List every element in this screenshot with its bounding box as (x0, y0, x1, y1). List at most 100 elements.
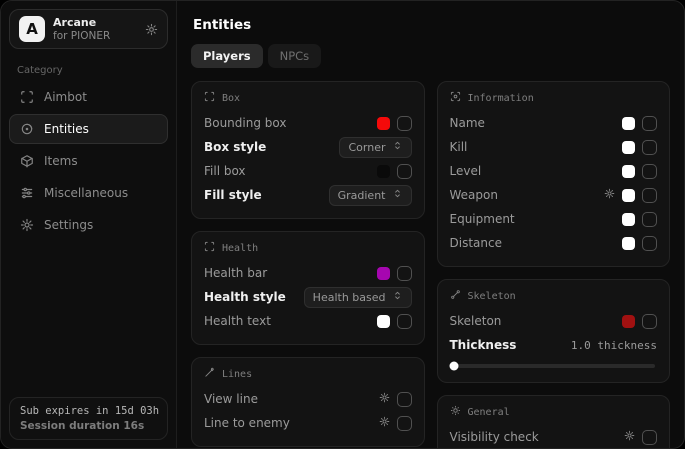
gear-icon[interactable] (379, 416, 390, 430)
checkbox[interactable] (642, 314, 657, 329)
setting-row-line-to-enemy: Line to enemy (204, 411, 412, 435)
card-title: Box (222, 93, 240, 104)
app-name: Arcane (53, 16, 110, 29)
health-card: Health Health bar Health style Health ba… (191, 231, 425, 345)
card-title: Health (222, 243, 258, 254)
checkbox[interactable] (397, 314, 412, 329)
sidebar-nav: Aimbot Entities Items Miscellaneous (9, 82, 168, 240)
chevrons-up-down-icon (392, 290, 403, 304)
checkbox[interactable] (397, 116, 412, 131)
gear-icon[interactable] (604, 188, 615, 202)
color-swatch[interactable] (377, 117, 390, 130)
tab-bar: Players NPCs (191, 44, 670, 68)
setting-row-distance: Distance (450, 231, 658, 255)
color-swatch[interactable] (377, 165, 390, 178)
checkbox[interactable] (397, 266, 412, 281)
setting-row-health-bar: Health bar (204, 261, 412, 285)
app-window: A Arcane for PIONER Category Aimbot (0, 0, 685, 449)
skeleton-card: Skeleton Skeleton Thickness 1.0 thicknes… (437, 279, 671, 383)
chevrons-up-down-icon (392, 140, 403, 154)
setting-row-view-line: View line (204, 387, 412, 411)
checkbox[interactable] (642, 430, 657, 445)
sidebar-item-label: Aimbot (44, 90, 87, 104)
sidebar-item-label: Settings (44, 218, 93, 232)
fill-style-select[interactable]: Gradient (329, 185, 412, 206)
color-swatch[interactable] (622, 117, 635, 130)
color-swatch[interactable] (622, 189, 635, 202)
color-swatch[interactable] (377, 315, 390, 328)
setting-row-fill-box: Fill box (204, 159, 412, 183)
color-swatch[interactable] (622, 213, 635, 226)
sidebar-item-items[interactable]: Items (9, 146, 168, 176)
sidebar-item-miscellaneous[interactable]: Miscellaneous (9, 178, 168, 208)
checkbox[interactable] (642, 164, 657, 179)
card-title: Information (468, 93, 534, 104)
gear-icon[interactable] (379, 392, 390, 406)
setting-row-health-style: Health style Health based (204, 285, 412, 309)
information-card: Information Name Kill (437, 81, 671, 267)
app-subtitle: for PIONER (53, 30, 110, 42)
page-title: Entities (193, 17, 670, 33)
setting-row-level: Level (450, 159, 658, 183)
checkbox[interactable] (642, 188, 657, 203)
sun-icon (450, 405, 461, 419)
bone-icon (450, 289, 461, 303)
tab-players[interactable]: Players (191, 44, 263, 68)
color-swatch[interactable] (377, 267, 390, 280)
checkbox[interactable] (397, 164, 412, 179)
checkbox[interactable] (642, 212, 657, 227)
chevrons-up-down-icon (392, 188, 403, 202)
setting-row-bounding-box: Bounding box (204, 111, 412, 135)
setting-row-skeleton: Skeleton (450, 309, 658, 333)
sidebar-item-label: Items (44, 154, 78, 168)
box-style-select[interactable]: Corner (339, 137, 411, 158)
setting-row-name: Name (450, 111, 658, 135)
health-style-select[interactable]: Health based (304, 287, 412, 308)
brackets-icon (204, 91, 215, 105)
card-title: Lines (222, 369, 252, 380)
card-title: General (468, 407, 510, 418)
gear-icon[interactable] (624, 430, 635, 444)
checkbox[interactable] (642, 116, 657, 131)
sidebar: A Arcane for PIONER Category Aimbot (1, 1, 177, 448)
setting-row-visibility-check: Visibility check (450, 425, 658, 449)
sub-expiry-text: Sub expires in 15d 03h (20, 405, 157, 417)
crosshair-scan-icon (20, 90, 34, 104)
session-duration-text: Session duration 16s (20, 420, 157, 432)
setting-row-thickness: Thickness 1.0 thickness (450, 333, 658, 357)
checkbox[interactable] (642, 140, 657, 155)
sidebar-item-label: Miscellaneous (44, 186, 128, 200)
tab-npcs[interactable]: NPCs (268, 44, 322, 68)
sidebar-item-entities[interactable]: Entities (9, 114, 168, 144)
card-title: Skeleton (468, 291, 516, 302)
sidebar-item-aimbot[interactable]: Aimbot (9, 82, 168, 112)
pencil-line-icon (204, 367, 215, 381)
color-swatch[interactable] (622, 237, 635, 250)
brackets-icon (204, 241, 215, 255)
lines-card: Lines View line Line to enemy (191, 357, 425, 447)
sidebar-item-label: Entities (44, 122, 89, 136)
color-swatch[interactable] (622, 165, 635, 178)
sidebar-item-settings[interactable]: Settings (9, 210, 168, 240)
app-logo: A (19, 16, 45, 42)
scan-eye-icon (450, 91, 461, 105)
main-panel: Entities Players NPCs Box Bounding box (177, 1, 684, 448)
subscription-info-card: Sub expires in 15d 03h Session duration … (9, 397, 168, 440)
color-swatch[interactable] (622, 315, 635, 328)
settings-gear-icon[interactable] (145, 23, 158, 36)
thickness-value: 1.0 thickness (571, 339, 657, 352)
sliders-icon (20, 186, 34, 200)
slider-thumb[interactable] (449, 362, 458, 371)
cube-icon (20, 154, 34, 168)
checkbox[interactable] (642, 236, 657, 251)
setting-row-kill: Kill (450, 135, 658, 159)
radar-icon (20, 122, 34, 136)
category-label: Category (17, 65, 168, 76)
thickness-slider[interactable] (452, 364, 656, 368)
setting-row-equipment: Equipment (450, 207, 658, 231)
checkbox[interactable] (397, 416, 412, 431)
checkbox[interactable] (397, 392, 412, 407)
color-swatch[interactable] (622, 141, 635, 154)
general-card: General Visibility check Max distance 50… (437, 395, 671, 449)
setting-row-weapon: Weapon (450, 183, 658, 207)
